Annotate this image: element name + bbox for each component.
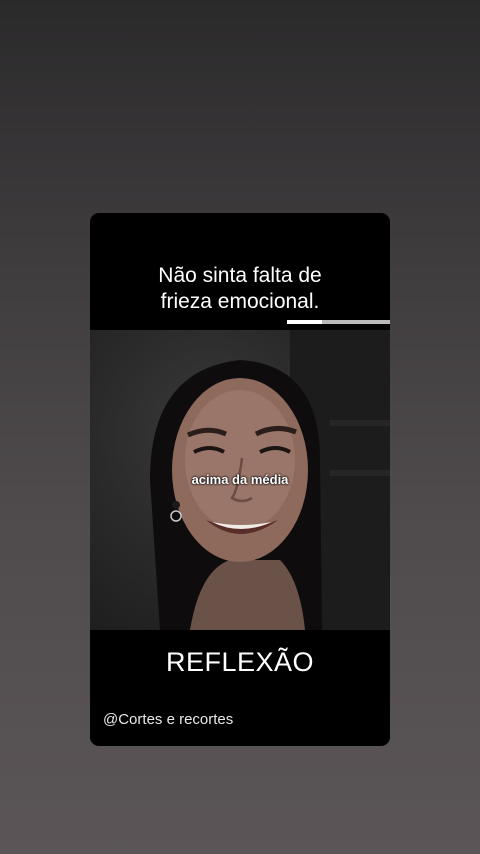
video-progress-fill bbox=[287, 320, 323, 324]
video-caption-overlay: acima da média bbox=[191, 472, 289, 487]
account-handle[interactable]: @Cortes e recortes bbox=[103, 711, 233, 728]
headline-line-1: Não sinta falta de bbox=[158, 264, 322, 287]
video-progress-bar[interactable] bbox=[287, 320, 390, 324]
story-headline: Não sinta falta de frieza emocional. bbox=[90, 263, 390, 315]
story-card[interactable]: Não sinta falta de frieza emocional. aci… bbox=[90, 213, 390, 746]
video-player[interactable]: acima da média bbox=[90, 330, 390, 630]
headline-line-2: frieza emocional. bbox=[160, 290, 320, 313]
footer-title: REFLEXÃO bbox=[165, 647, 315, 677]
